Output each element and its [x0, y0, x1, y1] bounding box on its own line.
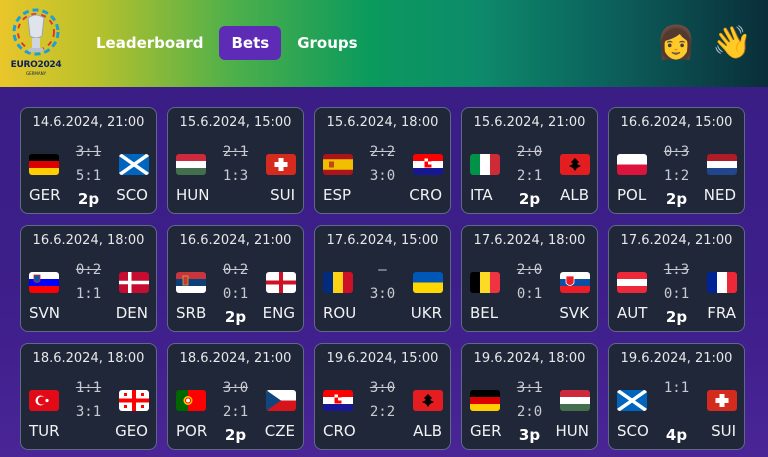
match-date: 15.6.2024, 18:00 [326, 115, 439, 130]
match-card[interactable]: 16.6.2024, 21:00 0:2 0:1 SRB ENG 2p [167, 225, 304, 332]
away-team-code: SUI [270, 186, 295, 204]
match-date: 16.6.2024, 15:00 [620, 115, 733, 130]
match-card[interactable]: 14.6.2024, 21:00 3:1 5:1 GER SCO 2p [20, 107, 157, 214]
actual-score: 3:1 [516, 380, 543, 396]
actual-score: 0:2 [75, 262, 102, 278]
actual-score: 3:0 [222, 380, 249, 396]
actual-score: 0:2 [222, 262, 249, 278]
match-date: 17.6.2024, 18:00 [473, 233, 586, 248]
points-earned: 2p [77, 190, 100, 208]
points-earned: 4p [665, 426, 688, 444]
away-team-code: GEO [115, 422, 148, 440]
actual-score: – [378, 262, 387, 278]
points-earned: 2p [665, 308, 688, 326]
wave-icon[interactable]: 👋 [712, 22, 752, 62]
away-team-code: UKR [410, 304, 442, 322]
actual-score: 1:1 [663, 380, 690, 396]
bet-score: 3:0 [369, 286, 396, 302]
away-team-code: SVK [559, 304, 589, 322]
actual-score: 1:1 [75, 380, 102, 396]
match-date: 17.6.2024, 15:00 [326, 233, 439, 248]
match-date: 18.6.2024, 21:00 [179, 351, 292, 366]
bet-score: 0:1 [663, 286, 690, 302]
actual-score: 3:1 [75, 144, 102, 160]
bet-score: 0:1 [516, 286, 543, 302]
points-earned: 2p [518, 190, 541, 208]
bet-score: 1:1 [75, 286, 102, 302]
match-card[interactable]: 17.6.2024, 21:00 1:3 0:1 AUT FRA 2p [608, 225, 745, 332]
away-team-code: ALB [413, 422, 442, 440]
home-team-code: HUN [176, 186, 210, 204]
actual-score: 2:0 [516, 262, 543, 278]
match-card[interactable]: 19.6.2024, 21:00 1:1 SCO SUI 4p [608, 343, 745, 450]
match-date: 15.6.2024, 15:00 [179, 115, 292, 130]
match-card[interactable]: 15.6.2024, 15:00 2:1 1:3 HUN SUI [167, 107, 304, 214]
match-card[interactable]: 17.6.2024, 15:00 – 3:0 ROU UKR [314, 225, 451, 332]
points-earned: 2p [224, 308, 247, 326]
bet-score: 2:1 [222, 404, 249, 420]
nav-leaderboard[interactable]: Leaderboard [84, 26, 215, 60]
match-card[interactable]: 17.6.2024, 18:00 2:0 0:1 BEL SVK [461, 225, 598, 332]
bet-score: 1:2 [663, 168, 690, 184]
home-team-code: SVN [29, 304, 61, 322]
match-date: 16.6.2024, 18:00 [32, 233, 145, 248]
actual-score: 1:3 [663, 262, 690, 278]
match-card[interactable]: 16.6.2024, 18:00 0:2 1:1 SVN DEN [20, 225, 157, 332]
bet-score: 3:1 [75, 404, 102, 420]
nav-groups[interactable]: Groups [285, 26, 369, 60]
match-card[interactable]: 19.6.2024, 15:00 3:0 2:2 CRO ALB [314, 343, 451, 450]
match-date: 19.6.2024, 15:00 [326, 351, 439, 366]
home-team-code: TUR [29, 422, 60, 440]
match-date: 14.6.2024, 21:00 [32, 115, 145, 130]
match-card[interactable]: 18.6.2024, 18:00 1:1 3:1 TUR GEO [20, 343, 157, 450]
match-card[interactable]: 19.6.2024, 18:00 3:1 2:0 GER HUN 3p [461, 343, 598, 450]
match-date: 19.6.2024, 18:00 [473, 351, 586, 366]
away-team-code: DEN [115, 304, 148, 322]
euro2024-logo[interactable]: EURO2024 GERMANY [10, 8, 62, 76]
nav-bets[interactable]: Bets [219, 26, 282, 60]
actual-score: 3:0 [369, 380, 396, 396]
home-team-code: CRO [323, 422, 356, 440]
main-nav: Leaderboard Bets Groups [84, 26, 374, 60]
actual-score: 2:1 [222, 144, 249, 160]
match-card[interactable]: 15.6.2024, 21:00 2:0 2:1 ITA ALB 2p [461, 107, 598, 214]
bet-score: 2:1 [516, 168, 543, 184]
match-date: 18.6.2024, 18:00 [32, 351, 145, 366]
away-team-code: CRO [409, 186, 442, 204]
trophy-icon [12, 8, 60, 56]
actual-score: 0:3 [663, 144, 690, 160]
home-team-code: ROU [323, 304, 357, 322]
match-date: 16.6.2024, 21:00 [179, 233, 292, 248]
home-team-code: ESP [323, 186, 352, 204]
match-card[interactable]: 18.6.2024, 21:00 3:0 2:1 POR CZE 2p [167, 343, 304, 450]
bet-score: 2:2 [369, 404, 396, 420]
bet-score: 2:0 [516, 404, 543, 420]
logo-text: EURO2024 [10, 60, 62, 70]
match-date: 17.6.2024, 21:00 [620, 233, 733, 248]
match-card[interactable]: 15.6.2024, 18:00 2:2 3:0 ESP CRO [314, 107, 451, 214]
bet-score: 1:3 [222, 168, 249, 184]
home-team-code: BEL [470, 304, 499, 322]
match-card[interactable]: 16.6.2024, 15:00 0:3 1:2 POL NED 2p [608, 107, 745, 214]
bet-score: 0:1 [222, 286, 249, 302]
logo-subtext: GERMANY [25, 71, 47, 76]
bet-score: 5:1 [75, 168, 102, 184]
points-earned: 3p [518, 426, 541, 444]
bets-grid: 14.6.2024, 21:00 3:1 5:1 GER SCO 2p 15.6… [0, 87, 768, 457]
user-avatar-icon[interactable]: 👩 [656, 22, 696, 62]
bet-score: 3:0 [369, 168, 396, 184]
match-date: 15.6.2024, 21:00 [473, 115, 586, 130]
points-earned: 2p [224, 426, 247, 444]
top-bar: EURO2024 GERMANY Leaderboard Bets Groups… [0, 0, 768, 87]
actual-score: 2:2 [369, 144, 396, 160]
match-date: 19.6.2024, 21:00 [620, 351, 733, 366]
points-earned: 2p [665, 190, 688, 208]
actual-score: 2:0 [516, 144, 543, 160]
